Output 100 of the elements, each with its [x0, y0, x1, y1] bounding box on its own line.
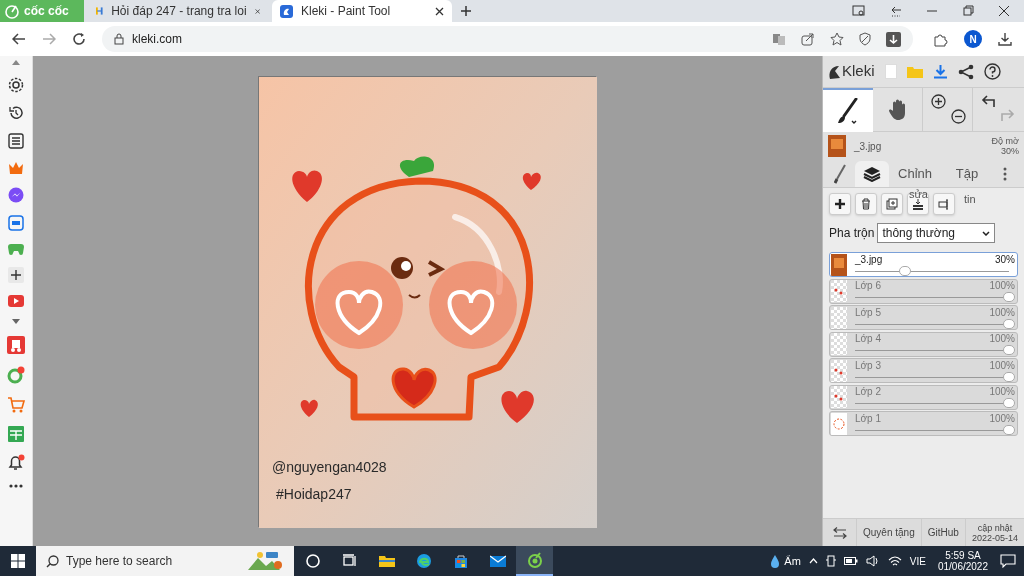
ring-app-badge-icon[interactable]: [7, 366, 25, 384]
share-icon[interactable]: [957, 63, 974, 80]
battery-icon[interactable]: [843, 557, 858, 565]
notification-icon[interactable]: [1000, 554, 1016, 568]
cart-icon[interactable]: [7, 396, 25, 414]
back-dotted-icon[interactable]: [890, 5, 902, 17]
slider-thumb[interactable]: [899, 265, 912, 276]
layer-item[interactable]: Lớp 3 100%: [829, 358, 1018, 383]
caret-up-icon[interactable]: [12, 60, 20, 65]
download-icon[interactable]: [998, 32, 1012, 46]
layer-thumbnail-icon: [831, 306, 847, 329]
panel-tab[interactable]: Tập: [941, 161, 993, 187]
chevron-up-icon[interactable]: [808, 558, 818, 564]
opacity-slider[interactable]: [855, 371, 1015, 382]
share-icon[interactable]: [801, 32, 815, 46]
kleki-logo-icon: [827, 63, 841, 80]
screen-search-icon[interactable]: [852, 5, 866, 17]
layer-thumbnail-icon: [831, 253, 847, 276]
close-icon[interactable]: [998, 5, 1010, 17]
slider-thumb[interactable]: [1003, 292, 1015, 302]
settings-icon[interactable]: [8, 77, 24, 93]
chat-app-icon[interactable]: [8, 215, 24, 231]
profile-avatar[interactable]: N: [964, 30, 982, 48]
add-layer-button[interactable]: [829, 193, 851, 215]
layer-item[interactable]: Lớp 2 100%: [829, 384, 1018, 410]
plus-icon[interactable]: [8, 267, 24, 283]
undo-icon[interactable]: [981, 94, 995, 108]
layer-thumbnail-icon: [828, 135, 846, 157]
slider-thumb[interactable]: [1003, 398, 1015, 408]
browser-tab[interactable]: Kleki - Paint Tool: [272, 0, 452, 22]
address-bar[interactable]: kleki.com: [102, 26, 913, 52]
video-play-icon[interactable]: [8, 295, 24, 307]
close-icon[interactable]: [435, 6, 444, 16]
shop-bag-icon[interactable]: [7, 336, 25, 354]
slider-thumb[interactable]: [1003, 318, 1015, 329]
help-icon[interactable]: [983, 63, 1001, 80]
opacity-slider[interactable]: [855, 292, 1015, 302]
layer-item[interactable]: Lớp 1 100%: [829, 411, 1018, 436]
device-icon[interactable]: [825, 555, 836, 567]
canvas-text: @nguyengan4028: [272, 458, 387, 477]
layer-item[interactable]: Lớp 6 100%: [829, 278, 1018, 304]
layers-tab[interactable]: [855, 161, 889, 187]
landscape-pin-icon: [248, 550, 284, 572]
messenger-icon[interactable]: [8, 187, 24, 203]
opacity-slider[interactable]: [855, 345, 1015, 355]
brush-tool-button[interactable]: [823, 88, 873, 132]
opacity-value: 30%: [1001, 146, 1019, 156]
more-vertical-icon[interactable]: [1003, 167, 1007, 181]
wifi-icon[interactable]: [887, 555, 902, 567]
layer-item[interactable]: Lớp 4 100%: [829, 331, 1018, 357]
star-icon[interactable]: [830, 32, 844, 46]
more-icon[interactable]: [9, 484, 23, 488]
duplicate-layer-icon: [886, 198, 898, 210]
history-icon[interactable]: [8, 105, 24, 121]
restore-icon[interactable]: [962, 5, 974, 17]
new-tab-icon[interactable]: [460, 5, 472, 17]
language-indicator[interactable]: VIE: [909, 553, 926, 569]
current-layer-name: _3.jpg: [854, 139, 883, 154]
slider-thumb[interactable]: [1003, 345, 1015, 355]
slider-thumb[interactable]: [1003, 371, 1015, 382]
browser-swirl-icon: [415, 553, 432, 569]
blend-mode-dropdown[interactable]: thông thường: [877, 223, 996, 243]
speaker-icon[interactable]: [865, 555, 880, 567]
panel-tab[interactable]: Chỉnh: [889, 161, 941, 187]
reload-icon[interactable]: [72, 32, 86, 46]
crown-icon[interactable]: [8, 161, 24, 175]
download-icon[interactable]: [886, 31, 901, 47]
layers-icon: [863, 166, 881, 182]
tab-label-overflow: tin: [964, 194, 976, 205]
zoom-out-icon[interactable]: [951, 109, 966, 124]
tab-title: Kleki - Paint Tool: [301, 3, 392, 20]
layer-opacity: 100%: [989, 386, 1015, 397]
mail-icon: [489, 553, 506, 569]
delete-layer-icon: [860, 198, 872, 210]
shield-icon[interactable]: [859, 32, 871, 46]
opacity-slider[interactable]: [855, 318, 1015, 329]
back-icon[interactable]: [12, 32, 26, 46]
duplicate-layer-button[interactable]: [881, 193, 903, 215]
layer-item[interactable]: Lớp 5 100%: [829, 305, 1018, 330]
list-icon[interactable]: [8, 133, 24, 149]
weather-text: Ẩm: [784, 553, 801, 569]
brush-icon: [834, 164, 846, 184]
bell-icon[interactable]: [7, 454, 25, 472]
hand-icon: [887, 99, 908, 121]
spreadsheet-icon[interactable]: [8, 426, 24, 442]
taskbar-search-field[interactable]: Type here to search: [36, 546, 294, 576]
layer-item[interactable]: _3.jpg 30%: [829, 252, 1018, 277]
kleki-favicon-icon: [280, 4, 293, 18]
opacity-slider[interactable]: [855, 424, 1015, 435]
caret-down-icon[interactable]: [12, 319, 20, 324]
translate-icon[interactable]: [772, 32, 786, 46]
layer-thumbnail-icon: [831, 412, 847, 435]
slider-thumb[interactable]: [1003, 424, 1015, 435]
tab-title: Hỏi đáp 247 - trang tra loi: [111, 3, 247, 20]
chevron-down-icon: [982, 230, 991, 236]
tab-label-overflow: sửa: [909, 189, 928, 200]
opacity-slider[interactable]: [855, 398, 1015, 408]
rename-layer-button[interactable]: [933, 193, 955, 215]
zoom-in-icon[interactable]: [931, 94, 946, 109]
delete-layer-button[interactable]: [855, 193, 877, 215]
